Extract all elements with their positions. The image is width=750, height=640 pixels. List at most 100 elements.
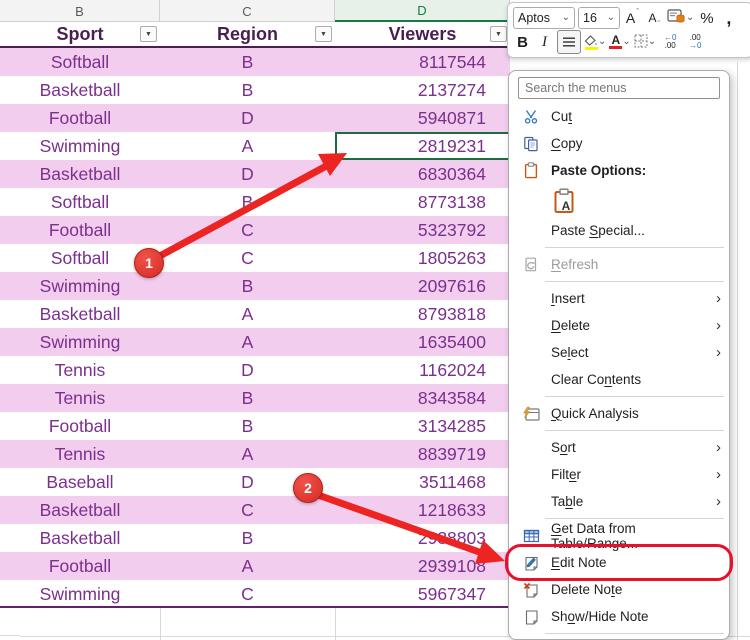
cell-viewers[interactable]: 2938803 xyxy=(335,524,510,552)
menu-item-cut[interactable]: Cut xyxy=(509,103,729,130)
font-name-combo[interactable]: Aptos ⌄ xyxy=(513,7,575,29)
cell-viewers[interactable]: 1218633 xyxy=(335,496,510,524)
grow-font-button[interactable]: Aˆ xyxy=(623,7,642,29)
menu-item-sort[interactable]: Sort› xyxy=(509,434,729,461)
cell-region[interactable]: C xyxy=(160,216,335,244)
cell-viewers[interactable]: 3511468 xyxy=(335,468,510,496)
menu-item-table[interactable]: Table› xyxy=(509,488,729,515)
filter-button-sport[interactable]: ▼ xyxy=(140,26,157,42)
borders-button[interactable]: ⌄ xyxy=(634,31,656,53)
menu-item-label: Refresh xyxy=(551,257,598,272)
cell-sport[interactable]: Tennis xyxy=(0,440,160,468)
search-input[interactable] xyxy=(518,77,720,99)
cell-region[interactable]: B xyxy=(160,272,335,300)
menu-item-show-hide-note[interactable]: Show/Hide Note xyxy=(509,603,729,630)
cell-sport[interactable]: Tennis xyxy=(0,356,160,384)
cell-region[interactable]: D xyxy=(160,160,335,188)
menu-item-quick-analysis[interactable]: Quick Analysis xyxy=(509,400,729,427)
header-cell-viewers[interactable]: Viewers ▼ xyxy=(335,22,510,46)
menu-item-copy[interactable]: Copy xyxy=(509,130,729,157)
menu-item-paste-values[interactable]: A xyxy=(509,184,729,217)
cell-region[interactable]: A xyxy=(160,132,335,160)
cell-sport[interactable]: Baseball xyxy=(0,468,160,496)
cell-sport[interactable]: Swimming xyxy=(0,132,160,160)
cell-region[interactable]: B xyxy=(160,76,335,104)
chevron-down-icon: ⌄ xyxy=(686,13,694,23)
cell-sport[interactable]: Basketball xyxy=(0,300,160,328)
header-cell-sport[interactable]: Sport ▼ xyxy=(0,22,160,46)
decrease-decimal-button[interactable]: .00 →0 xyxy=(684,31,706,53)
header-cell-region[interactable]: Region ▼ xyxy=(160,22,335,46)
font-color-button[interactable]: A ⌄ xyxy=(609,31,630,53)
cell-region[interactable]: A xyxy=(160,328,335,356)
cell-sport[interactable]: Football xyxy=(0,412,160,440)
menu-item-paste-special[interactable]: Paste Special... xyxy=(509,217,729,244)
comma-style-button[interactable]: , xyxy=(719,7,738,29)
cell-sport[interactable]: Basketball xyxy=(0,76,160,104)
percent-style-button[interactable]: % xyxy=(697,7,716,29)
cell-viewers[interactable]: 1162024 xyxy=(335,356,510,384)
cell-region[interactable]: B xyxy=(160,48,335,76)
bold-button[interactable]: B xyxy=(513,31,532,53)
cell-sport[interactable]: Swimming xyxy=(0,580,160,608)
cell-sport[interactable]: Swimming xyxy=(0,272,160,300)
align-center-button[interactable] xyxy=(557,30,581,54)
cell-sport[interactable]: Basketball xyxy=(0,524,160,552)
cell-viewers[interactable]: 5323792 xyxy=(335,216,510,244)
cell-sport[interactable]: Football xyxy=(0,552,160,580)
cell-sport[interactable]: Basketball xyxy=(0,160,160,188)
cell-viewers[interactable]: 8343584 xyxy=(335,384,510,412)
cell-viewers[interactable]: 8773138 xyxy=(335,188,510,216)
cell-viewers[interactable]: 8117544 xyxy=(335,48,510,76)
filter-button-region[interactable]: ▼ xyxy=(315,26,332,42)
cell-sport[interactable]: Swimming xyxy=(0,328,160,356)
font-size-combo[interactable]: 16 ⌄ xyxy=(578,7,620,29)
cell-region[interactable]: A xyxy=(160,440,335,468)
cell-viewers[interactable]: 8839719 xyxy=(335,440,510,468)
menu-item-paste-options[interactable]: Paste Options: xyxy=(509,157,729,184)
menu-item-clear-contents[interactable]: Clear Contents xyxy=(509,366,729,393)
cell-viewers[interactable]: 8793818 xyxy=(335,300,510,328)
menu-item-insert[interactable]: Insert› xyxy=(509,285,729,312)
fill-color-button[interactable]: ⌄ xyxy=(584,31,606,53)
cell-region[interactable]: B xyxy=(160,188,335,216)
selected-cell-outline[interactable] xyxy=(335,132,510,160)
cell-viewers[interactable]: 2137274 xyxy=(335,76,510,104)
step-2-badge: 2 xyxy=(293,473,323,503)
cell-viewers[interactable]: 6830364 xyxy=(335,160,510,188)
cell-viewers[interactable]: 2939108 xyxy=(335,552,510,580)
cell-sport[interactable]: Football xyxy=(0,216,160,244)
cell-viewers[interactable]: 5940871 xyxy=(335,104,510,132)
column-header-d[interactable]: D xyxy=(335,0,510,22)
column-header-b[interactable]: B xyxy=(0,0,160,22)
cell-sport[interactable]: Tennis xyxy=(0,384,160,412)
cell-region[interactable]: D xyxy=(160,356,335,384)
cell-viewers[interactable]: 3134285 xyxy=(335,412,510,440)
cell-viewers[interactable]: 5967347 xyxy=(335,580,510,608)
format-painter-button[interactable]: ⌄ xyxy=(667,7,694,29)
cell-region[interactable]: C xyxy=(160,580,335,608)
increase-decimal-button[interactable]: ←0 .00 xyxy=(659,31,681,53)
cell-sport[interactable]: Softball xyxy=(0,188,160,216)
cell-viewers[interactable]: 2097616 xyxy=(335,272,510,300)
cell-region[interactable]: B xyxy=(160,524,335,552)
cell-viewers[interactable]: 1805263 xyxy=(335,244,510,272)
cell-region[interactable]: A xyxy=(160,300,335,328)
cell-sport[interactable]: Softball xyxy=(0,48,160,76)
menu-item-select[interactable]: Select› xyxy=(509,339,729,366)
cell-sport[interactable]: Football xyxy=(0,104,160,132)
column-header-c[interactable]: C xyxy=(160,0,335,22)
italic-button[interactable]: I xyxy=(535,31,554,53)
cell-region[interactable]: D xyxy=(160,104,335,132)
cell-region[interactable]: A xyxy=(160,552,335,580)
percent-icon: % xyxy=(700,10,713,27)
cell-viewers[interactable]: 1635400 xyxy=(335,328,510,356)
menu-item-delete[interactable]: Delete› xyxy=(509,312,729,339)
filter-button-viewers[interactable]: ▼ xyxy=(490,26,507,42)
cell-sport[interactable]: Basketball xyxy=(0,496,160,524)
cell-region[interactable]: B xyxy=(160,384,335,412)
menu-item-filter[interactable]: Filter› xyxy=(509,461,729,488)
shrink-font-button[interactable]: Aˇ xyxy=(645,7,664,29)
cell-region[interactable]: B xyxy=(160,412,335,440)
cell-region[interactable]: C xyxy=(160,244,335,272)
